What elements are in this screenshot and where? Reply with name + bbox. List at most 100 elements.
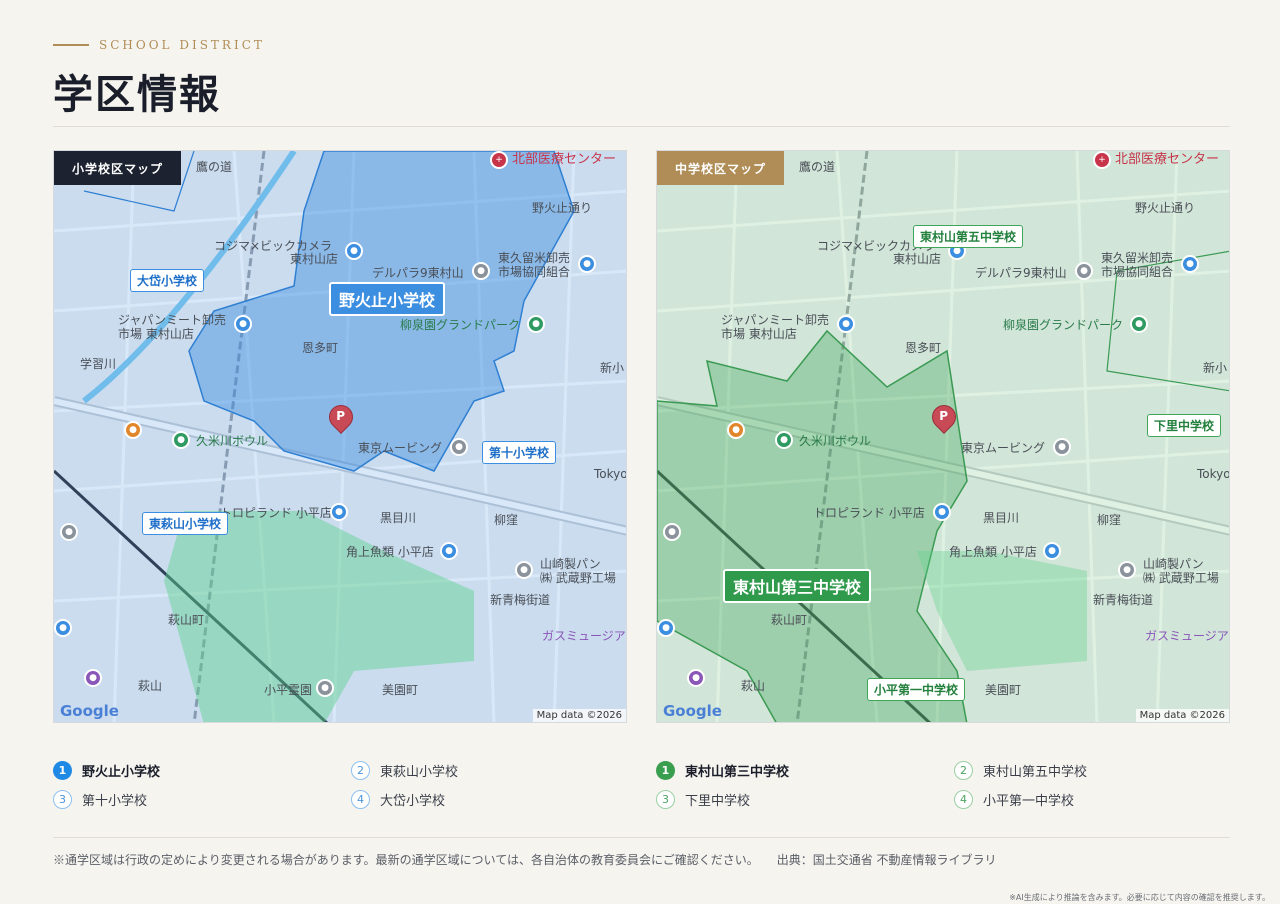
poi-tokyo-moving: 東京ムービング <box>961 441 1046 455</box>
poi-kakujo: 角上魚類 小平店 <box>346 545 434 559</box>
map-attribution: Map data ©2026 <box>532 709 626 722</box>
poi-kurume-bowl: 久米川ボウル <box>799 434 872 448</box>
legend-elementary-2[interactable]: 2 東萩山小学校 <box>351 761 458 780</box>
legend-number: 1 <box>53 761 72 780</box>
place-icon: ● <box>472 262 490 280</box>
place-icon: ● <box>663 523 681 541</box>
poi-tokyo-moving: 東京ムービング <box>358 441 443 455</box>
legend-elementary-4[interactable]: 4 大岱小学校 <box>351 790 445 809</box>
restaurant-icon: ● <box>124 421 142 439</box>
legend-junior-3[interactable]: 3 下里中学校 <box>656 790 750 809</box>
pin-label: P <box>939 409 949 424</box>
poi-toropi-land: トロピランド 小平店 <box>220 506 332 520</box>
shop-icon: ● <box>933 503 951 521</box>
poi-japan-meat-2: 市場 東村山店 <box>721 327 797 341</box>
poi-japan-meat-1: ジャパンミート卸売 <box>118 313 227 327</box>
school-label-higashimurayama5[interactable]: 東村山第五中学校 <box>913 225 1024 248</box>
header-divider <box>53 126 1230 127</box>
cart-icon: ● <box>1181 255 1199 273</box>
cart-icon: ● <box>578 255 596 273</box>
place-icon: ● <box>60 523 78 541</box>
poi-gas-museum: ガスミュージア <box>1145 629 1229 643</box>
legend-elementary-1[interactable]: 1 野火止小学校 <box>53 761 160 780</box>
poi-shin-ome: 新青梅街道 <box>490 593 551 607</box>
poi-hagiyama-town: 萩山町 <box>168 613 205 627</box>
school-label-daijuu[interactable]: 第十小学校 <box>482 441 557 464</box>
legend-label: 第十小学校 <box>82 794 148 809</box>
legend-label: 下里中学校 <box>685 794 751 809</box>
poi-higashikurume-2: 市場協同組合 <box>1101 265 1174 279</box>
map-tag-elementary: 小学校区マップ <box>54 151 182 185</box>
legend-junior-4[interactable]: 4 小平第一中学校 <box>954 790 1074 809</box>
poi-delpara: デルパラ9東村山 <box>372 266 464 280</box>
poi-hagiyama-station: 萩山 <box>138 679 163 693</box>
poi-shinkanban: 新小 <box>1203 361 1228 375</box>
poi-ryusen-park: 柳泉園グランドパーク <box>400 318 521 332</box>
poi-takanomichi: 鷹の道 <box>196 160 233 174</box>
school-label-main[interactable]: 野火止小学校 <box>329 282 446 316</box>
poi-yamazaki-1: 山崎製パン <box>1143 557 1204 571</box>
legend-number: 3 <box>656 790 675 809</box>
legend-label: 東村山第三中学校 <box>685 765 790 780</box>
school-label-shimosato[interactable]: 下里中学校 <box>1147 414 1222 437</box>
poi-yamazaki-2: ㈱ 武蔵野工場 <box>540 571 616 585</box>
cemetery-icon: ● <box>316 679 334 697</box>
junior-district-map[interactable]: 中学校区マップ + 北部医療センター 鷹の道 野火止通り コジマ×ビックカメラ … <box>656 150 1230 723</box>
cart-icon: ● <box>837 315 855 333</box>
poi-hagiyama-station: 萩山 <box>741 679 766 693</box>
poi-delpara: デルパラ9東村山 <box>975 266 1067 280</box>
eyebrow-text: SCHOOL DISTRICT <box>99 38 265 52</box>
poi-misono: 美園町 <box>382 683 419 697</box>
legend-junior-2[interactable]: 2 東村山第五中学校 <box>954 761 1087 780</box>
poi-japan-meat-1: ジャパンミート卸売 <box>721 313 830 327</box>
legend-number: 4 <box>954 790 973 809</box>
poi-yanagikubo: 柳窪 <box>1097 513 1122 527</box>
shop-icon: ● <box>440 542 458 560</box>
eyebrow-rule <box>53 44 89 46</box>
poi-ryusen-park: 柳泉園グランドパーク <box>1003 318 1124 332</box>
poi-takanomichi: 鷹の道 <box>799 160 836 174</box>
legend-label: 東萩山小学校 <box>380 765 459 780</box>
hospital-icon: + <box>490 151 508 169</box>
elementary-district-map[interactable]: 小学校区マップ + 北部医療センター 鷹の道 野火止通り コジマ×ビックカメラ … <box>53 150 627 723</box>
section-eyebrow: SCHOOL DISTRICT <box>53 38 265 52</box>
legend-number: 2 <box>351 761 370 780</box>
poi-hospital: 北部医療センター <box>512 152 617 167</box>
legend-number: 1 <box>656 761 675 780</box>
poi-tokyo: Tokyo <box>1197 467 1230 481</box>
shop-icon: ● <box>84 669 102 687</box>
legend-elementary-3[interactable]: 3 第十小学校 <box>53 790 147 809</box>
school-label-kodaira1[interactable]: 小平第一中学校 <box>867 678 966 701</box>
shop-icon: ● <box>345 242 363 260</box>
school-label-main[interactable]: 東村山第三中学校 <box>723 569 872 603</box>
poi-japan-meat-2: 市場 東村山店 <box>118 327 194 341</box>
park-icon: ● <box>527 315 545 333</box>
poi-kuroki-river: 黒目川 <box>983 511 1020 525</box>
poi-kakujo: 角上魚類 小平店 <box>949 545 1037 559</box>
poi-kojima-1: コジマ×ビックカメラ <box>214 239 333 253</box>
place-icon: ● <box>450 438 468 456</box>
legend-label: 大岱小学校 <box>380 794 446 809</box>
shop-icon: ● <box>1043 542 1061 560</box>
google-logo: Google <box>60 702 119 720</box>
footer-divider <box>53 837 1230 838</box>
place-icon: ● <box>1075 262 1093 280</box>
bowling-icon: ● <box>775 431 793 449</box>
poi-kodaira-cemetery: 小平霊園 <box>264 683 313 697</box>
place-icon: ● <box>1053 438 1071 456</box>
page-title: 学区情報 <box>53 71 221 118</box>
place-icon: ● <box>515 561 533 579</box>
legend-junior-1[interactable]: 1 東村山第三中学校 <box>656 761 789 780</box>
poi-higashikurume-1: 東久留米卸売 <box>498 251 571 265</box>
legend-label: 東村山第五中学校 <box>983 765 1088 780</box>
park-icon: ● <box>1130 315 1148 333</box>
hospital-icon: + <box>1093 151 1111 169</box>
school-label-higashihagiyama[interactable]: 東萩山小学校 <box>142 512 229 535</box>
shop-icon: ● <box>687 669 705 687</box>
poi-yamazaki-1: 山崎製パン <box>540 557 601 571</box>
poi-tokyo: Tokyo <box>594 467 627 481</box>
ai-disclaimer: ※AI生成により推論を含みます。必要に応じて内容の確認を推奨します。 <box>1009 893 1270 902</box>
poi-onta: 恩多町 <box>905 341 942 355</box>
school-label-ootai[interactable]: 大岱小学校 <box>130 269 205 292</box>
map-attribution: Map data ©2026 <box>1135 709 1229 722</box>
